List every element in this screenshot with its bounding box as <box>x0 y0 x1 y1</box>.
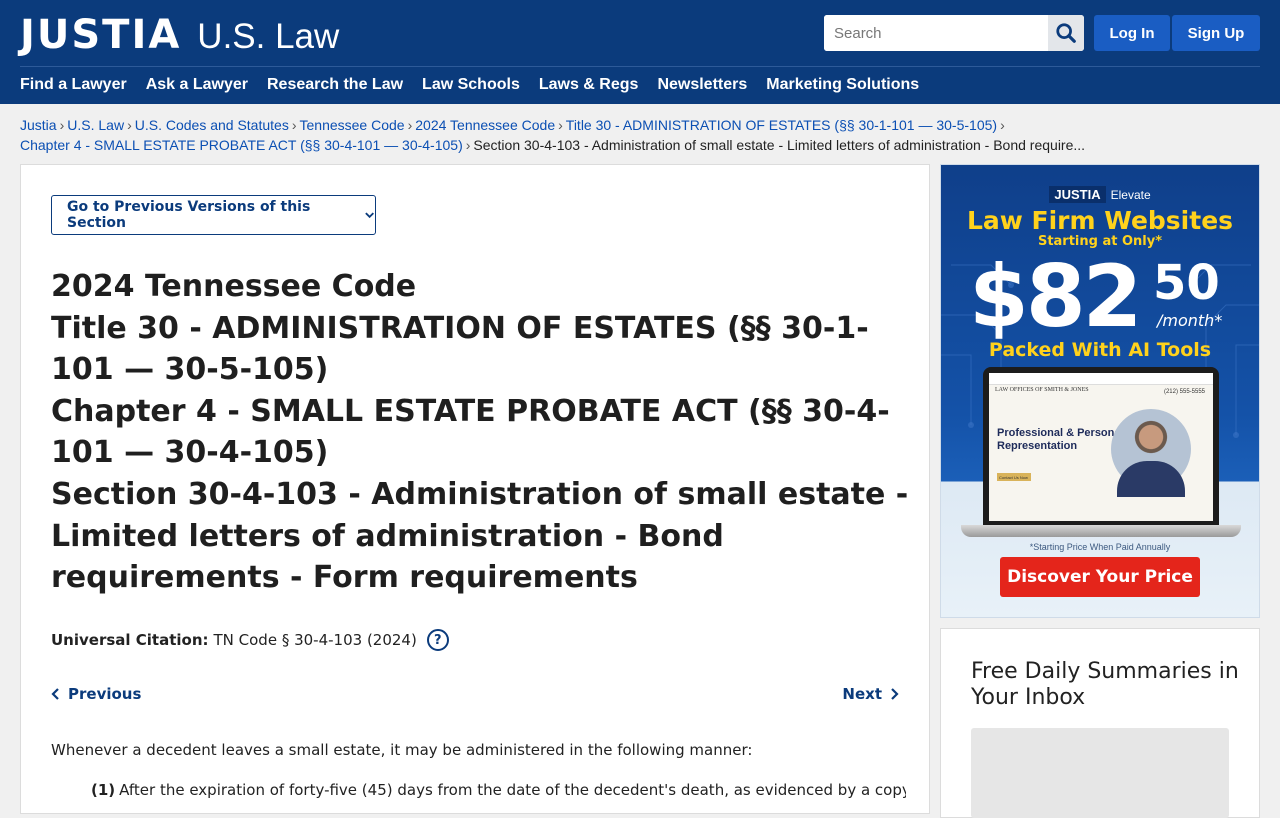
breadcrumb-separator: › <box>291 117 297 133</box>
next-link[interactable]: Next <box>842 685 899 703</box>
breadcrumb-title-30[interactable]: Title 30 - ADMINISTRATION OF ESTATES (§§… <box>566 117 997 133</box>
mock-cta: Contact Us Now <box>997 473 1031 481</box>
previous-versions-label: Go to Previous Versions of this Section <box>67 199 311 231</box>
ad-price-period: /month* <box>1157 311 1223 330</box>
item-number: (1) <box>91 781 116 799</box>
statute-content: Go to Previous Versions of this Section … <box>20 164 930 814</box>
nav-laws-regs[interactable]: Laws & Regs <box>539 76 639 94</box>
site-header: JUSTIA U.S. Law Log In Sign Up Find a La… <box>0 0 1280 104</box>
newsletter-card: Free Daily Summaries in Your Inbox <box>940 628 1260 818</box>
statute-item: (1) After the expiration of forty-five (4… <box>91 779 906 801</box>
chevron-down-icon <box>365 212 374 219</box>
previous-link[interactable]: Previous <box>51 685 141 703</box>
statute-intro: Whenever a decedent leaves a small estat… <box>51 741 753 759</box>
breadcrumb-separator: › <box>407 117 413 133</box>
title-title: Title 30 - ADMINISTRATION OF ESTATES (§§… <box>51 310 869 388</box>
universal-citation: Universal Citation: TN Code § 30-4-103 (… <box>51 629 449 651</box>
previous-label: Previous <box>68 685 142 703</box>
ad-tagline: Packed With AI Tools <box>988 339 1212 361</box>
section-pager: Previous Next <box>51 685 899 703</box>
help-icon[interactable]: ? <box>426 629 449 651</box>
ad-footnote: *Starting Price When Paid Annually <box>1029 542 1171 552</box>
laptop-base <box>961 525 1241 537</box>
title-chapter: Chapter 4 - SMALL ESTATE PROBATE ACT (§§… <box>51 393 890 471</box>
chevron-left-icon <box>51 688 59 700</box>
breadcrumb-separator: › <box>558 117 563 133</box>
nav-research-the-law[interactable]: Research the Law <box>267 76 403 94</box>
nav-find-a-lawyer[interactable]: Find a Lawyer <box>20 76 127 94</box>
nav-marketing-solutions[interactable]: Marketing Solutions <box>766 76 919 94</box>
newsletter-signup-box[interactable] <box>971 728 1229 818</box>
next-label: Next <box>842 685 882 703</box>
ad-brand-tag: JUSTIA <box>1049 186 1106 203</box>
ad-brand-sub: Elevate <box>1110 188 1151 202</box>
mock-site-nav <box>989 373 1213 385</box>
search-box <box>824 15 1084 51</box>
laptop-screen: LAW OFFICES OF SMITH & JONES (212) 555-5… <box>989 373 1213 521</box>
breadcrumb: Justia › U.S. Law › U.S. Codes and Statutes ›… <box>20 115 1120 155</box>
breadcrumb-justia[interactable]: Justia <box>20 117 57 133</box>
breadcrumb-separator: › <box>1000 117 1005 133</box>
breadcrumb-separator: › <box>127 117 132 133</box>
citation-label: Universal Citation: <box>51 631 209 649</box>
signup-button[interactable]: Sign Up <box>1172 15 1260 51</box>
nav-ask-a-lawyer[interactable]: Ask a Lawyer <box>146 76 248 94</box>
search-input[interactable] <box>824 15 1048 51</box>
ad-price-cents: 50 <box>1153 255 1220 311</box>
title-section: Section 30-4-103 - Administration of sma… <box>51 476 909 596</box>
title-code: 2024 Tennessee Code <box>51 269 417 304</box>
breadcrumb-separator: › <box>59 117 65 133</box>
breadcrumb-separator: › <box>465 137 471 153</box>
item-text: After the expiration of forty-five (45) … <box>119 781 906 799</box>
breadcrumb-chapter-4[interactable]: Chapter 4 - SMALL ESTATE PROBATE ACT (§§… <box>20 137 463 153</box>
justia-logo[interactable]: JUSTIA U.S. Law <box>20 12 339 58</box>
mock-firm-name: LAW OFFICES OF SMITH & JONES <box>995 387 1089 393</box>
justia-elevate-ad[interactable]: JUSTIA Elevate Law Firm Websites Starting… <box>940 164 1260 618</box>
login-button[interactable]: Log In <box>1094 15 1170 51</box>
page-title: 2024 Tennessee Code Title 30 - ADMINISTR… <box>51 266 911 599</box>
ad-title: Law Firm Websites <box>966 206 1234 235</box>
logo-main-text: JUSTIA <box>20 12 182 58</box>
main-nav: Find a Lawyer Ask a Lawyer Research the … <box>20 76 919 94</box>
laptop-mockup: LAW OFFICES OF SMITH & JONES (212) 555-5… <box>983 367 1219 527</box>
ad-brand: JUSTIA Elevate <box>941 186 1259 203</box>
search-icon <box>1056 23 1076 43</box>
breadcrumb-us-law[interactable]: U.S. Law <box>67 117 124 133</box>
nav-newsletters[interactable]: Newsletters <box>657 76 747 94</box>
breadcrumb-current: Section 30-4-103 - Administration of sma… <box>473 137 1086 153</box>
mock-phone: (212) 555-5555 <box>1163 389 1205 395</box>
logo-sub-text: U.S. Law <box>197 17 340 56</box>
breadcrumb-2024-tennessee-code[interactable]: 2024 Tennessee Code <box>415 117 555 133</box>
citation-value: TN Code § 30-4-103 (2024) <box>213 631 417 649</box>
ad-price-dollars: $82 <box>969 247 1143 347</box>
search-button[interactable] <box>1048 15 1084 51</box>
newsletter-title: Free Daily Summaries in Your Inbox <box>971 659 1239 710</box>
nav-divider <box>20 66 1260 67</box>
breadcrumb-codes-statutes[interactable]: U.S. Codes and Statutes <box>135 117 289 133</box>
ad-price: $82 50 /month* <box>969 247 1222 347</box>
previous-versions-dropdown[interactable]: Go to Previous Versions of this Section <box>51 195 376 235</box>
breadcrumb-tennessee-code[interactable]: Tennessee Code <box>300 117 405 133</box>
chevron-right-icon <box>891 688 899 700</box>
nav-law-schools[interactable]: Law Schools <box>422 76 520 94</box>
discover-price-button[interactable]: Discover Your Price <box>1000 557 1200 597</box>
